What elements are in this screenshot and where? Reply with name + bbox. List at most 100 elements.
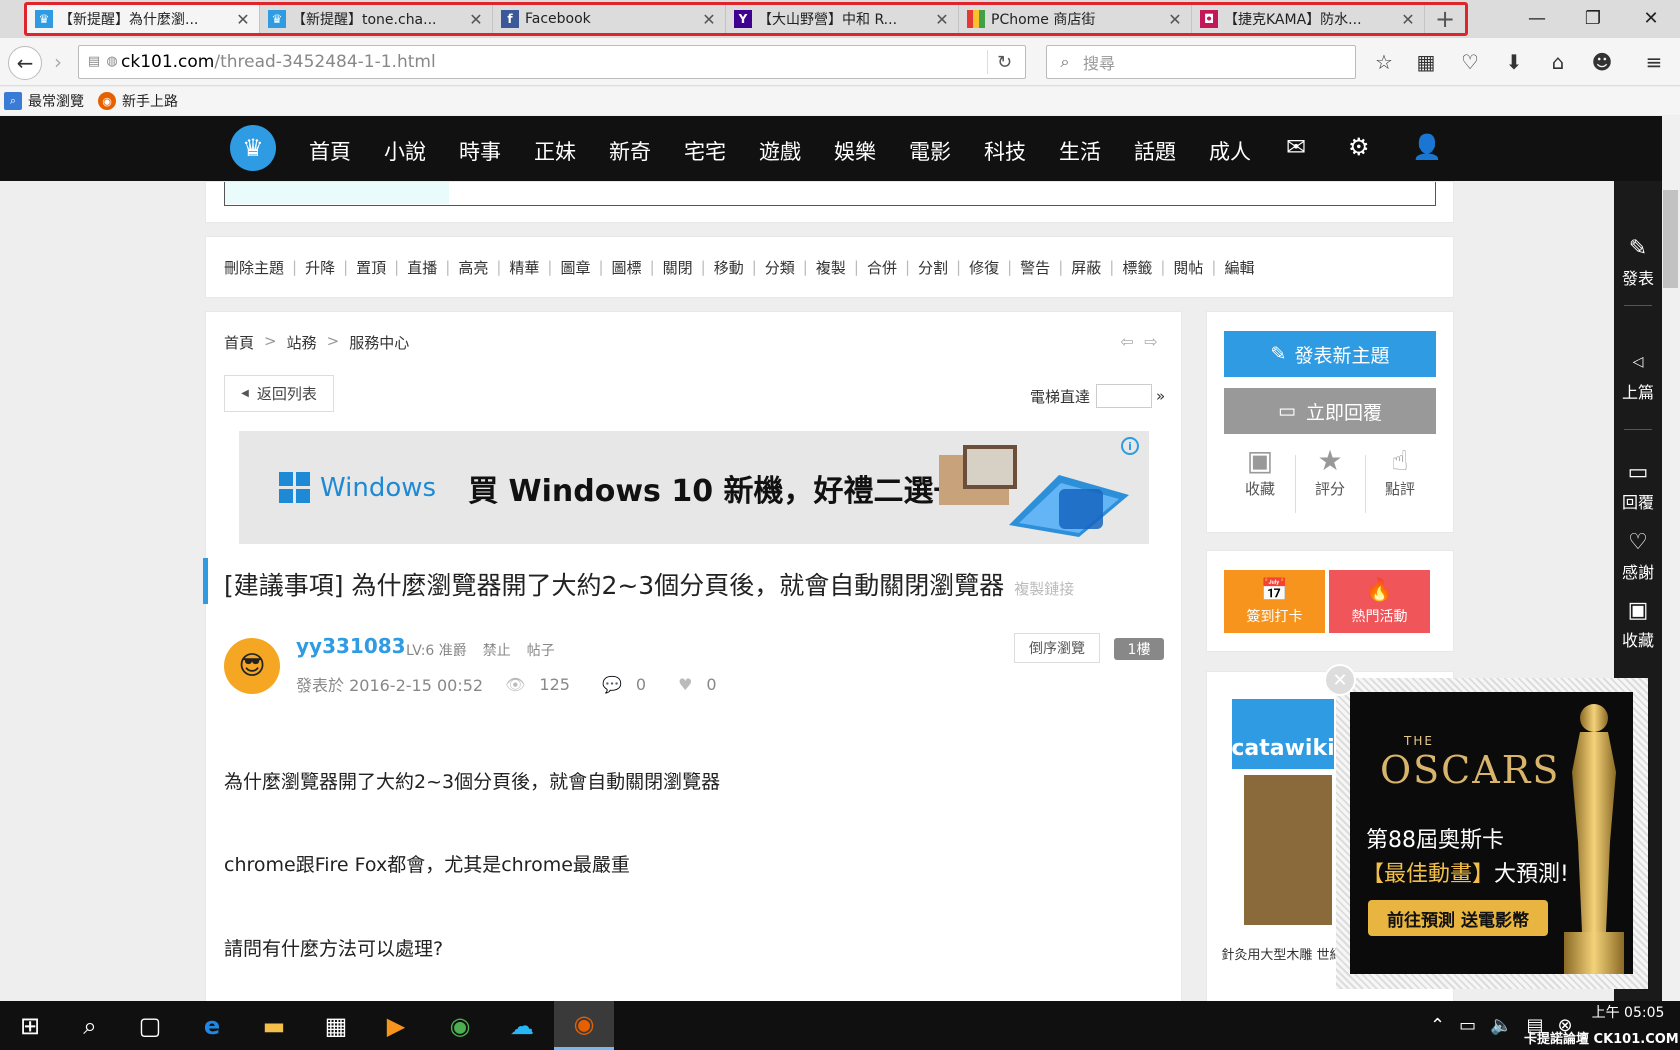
clock[interactable]: 上午 05:05	[1580, 1003, 1676, 1024]
new-topic-button[interactable]: ✎ 發表新主題	[1224, 331, 1436, 377]
gear-icon[interactable]: ⚙	[1348, 133, 1370, 161]
chrome-icon[interactable]: ◉	[430, 1001, 490, 1050]
admin-action[interactable]: 圖標	[612, 257, 642, 278]
tab-3[interactable]: f Facebook ✕	[493, 5, 726, 33]
tab-5[interactable]: PChome 商店街 ✕	[959, 5, 1192, 33]
restore-button[interactable]: ❐	[1566, 0, 1620, 36]
nav-item-games[interactable]: 遊戲	[759, 136, 801, 166]
admin-action[interactable]: 編輯	[1224, 257, 1254, 278]
reverse-order-button[interactable]: 倒序瀏覽	[1014, 633, 1100, 663]
close-popup-button[interactable]: ✕	[1324, 664, 1356, 696]
nav-item-movies[interactable]: 電影	[909, 136, 951, 166]
chevron-up-icon[interactable]: ⌃	[1430, 1015, 1445, 1036]
rate-button[interactable]: ★ 評分	[1297, 442, 1363, 499]
tab-2[interactable]: ♛ 【新提醒】tone.cha... ✕	[260, 5, 493, 33]
scrollbar-thumb[interactable]	[1663, 190, 1678, 288]
admin-action[interactable]: 刪除主題	[224, 257, 284, 278]
firefox-icon[interactable]: ◉	[554, 1001, 614, 1050]
mail-icon[interactable]: ✉	[1286, 133, 1306, 161]
nav-item-novelty[interactable]: 新奇	[609, 136, 651, 166]
volume-icon[interactable]: 🔈	[1490, 1015, 1512, 1036]
url-bar[interactable]: ▤ ◍ ck101.com/thread-3452484-1-1.html ↻	[78, 45, 1026, 79]
ad-banner[interactable]: Windows 買 Windows 10 新機，好禮二選一 i	[239, 431, 1149, 544]
back-arrow-icon[interactable]: ←	[8, 46, 42, 80]
reload-icon[interactable]: ↻	[987, 50, 1021, 74]
avatar[interactable]: 😎	[224, 638, 280, 694]
breadcrumb-site-affairs[interactable]: 站務	[287, 332, 317, 353]
tab-6[interactable]: ◘ 【捷克KAMA】防水... ✕	[1192, 5, 1425, 33]
admin-action[interactable]: 置頂	[356, 257, 386, 278]
nav-item-news[interactable]: 時事	[459, 136, 501, 166]
admin-action[interactable]: 高亮	[458, 257, 488, 278]
windows-start-icon[interactable]: ⊞	[0, 1001, 60, 1050]
ck101-logo[interactable]: ♛	[230, 125, 276, 171]
admin-action[interactable]: 屏蔽	[1071, 257, 1101, 278]
author-name[interactable]: yy331083	[296, 634, 406, 658]
close-icon[interactable]: ✕	[235, 10, 251, 29]
network-icon[interactable]: ▭	[1459, 1015, 1476, 1036]
oscars-popup-ad[interactable]: THE OSCARS 第88屆奧斯卡 【最佳動畫】大預測! 前往預測 送電影幣	[1336, 678, 1648, 989]
float-reply-button[interactable]: ▭ 回覆	[1614, 459, 1662, 513]
admin-action[interactable]: 關閉	[663, 257, 693, 278]
nav-item-beauty[interactable]: 正妹	[534, 136, 576, 166]
admin-action[interactable]: 標籤	[1122, 257, 1152, 278]
nav-item-tech[interactable]: 科技	[984, 136, 1026, 166]
close-icon[interactable]: ✕	[468, 10, 484, 29]
breadcrumb-home[interactable]: 首頁	[224, 332, 254, 353]
close-icon[interactable]: ✕	[1400, 10, 1416, 29]
chat-icon[interactable]: ☻	[1588, 48, 1616, 76]
admin-action[interactable]: 直播	[407, 257, 437, 278]
star-icon[interactable]: ☆	[1370, 48, 1398, 76]
copy-link[interactable]: 複製鏈接	[1014, 580, 1074, 598]
admin-action[interactable]: 升降	[305, 257, 335, 278]
admin-action[interactable]: 複製	[816, 257, 846, 278]
nav-item-topics[interactable]: 話題	[1134, 136, 1176, 166]
nav-item-adult[interactable]: 成人	[1209, 136, 1251, 166]
task-view-icon[interactable]: ▢	[120, 1001, 180, 1050]
float-thanks-button[interactable]: ♡ 感謝	[1614, 529, 1662, 583]
nav-item-life[interactable]: 生活	[1059, 136, 1101, 166]
oscars-predict-button[interactable]: 前往預測 送電影幣	[1368, 900, 1548, 936]
close-icon[interactable]: ✕	[1167, 10, 1183, 29]
favorite-button[interactable]: ▣ 收藏	[1227, 442, 1293, 499]
next-thread-icon[interactable]: ⇨	[1142, 332, 1160, 351]
cloud-app-icon[interactable]: ☁	[492, 1001, 552, 1050]
back-to-list-button[interactable]: ◀ 返回列表	[224, 375, 334, 412]
checkin-button[interactable]: 📅 簽到打卡	[1224, 570, 1325, 633]
new-tab-button[interactable]: +	[1425, 5, 1465, 33]
admin-action[interactable]: 修復	[969, 257, 999, 278]
elevator-input[interactable]	[1096, 384, 1153, 408]
admin-action[interactable]: 移動	[714, 257, 744, 278]
breadcrumb-service-center[interactable]: 服務中心	[349, 332, 409, 353]
hot-events-button[interactable]: 🔥 熱門活動	[1329, 570, 1430, 633]
menu-icon[interactable]: ≡	[1640, 48, 1668, 76]
file-explorer-icon[interactable]: ▬	[244, 1001, 304, 1050]
nav-item-entertainment[interactable]: 娛樂	[834, 136, 876, 166]
nav-item-home[interactable]: 首頁	[309, 136, 351, 166]
minimize-button[interactable]: —	[1510, 0, 1564, 36]
media-player-icon[interactable]: ▶	[366, 1001, 426, 1050]
admin-action[interactable]: 合併	[867, 257, 897, 278]
prev-thread-icon[interactable]: ⇦	[1118, 332, 1136, 351]
bookmark-most-visited[interactable]: ⌕ 最常瀏覽	[4, 91, 84, 111]
comment-rate-button[interactable]: ☝ 點評	[1367, 442, 1433, 499]
admin-action[interactable]: 警告	[1020, 257, 1050, 278]
tab-1[interactable]: ♛ 【新提醒】為什麼瀏... ✕	[27, 5, 260, 33]
float-post-button[interactable]: ✎ 發表	[1614, 235, 1662, 289]
admin-action[interactable]: 分類	[765, 257, 795, 278]
edge-icon[interactable]: e	[182, 1001, 242, 1050]
search-icon[interactable]: ⌕	[60, 1001, 120, 1050]
user-icon[interactable]: 👤	[1412, 133, 1442, 161]
tab-4[interactable]: Y 【大山野營】中和 R... ✕	[726, 5, 959, 33]
close-window-button[interactable]: ✕	[1624, 0, 1678, 36]
float-prev-button[interactable]: ◁ 上篇	[1614, 349, 1662, 403]
admin-action[interactable]: 精華	[509, 257, 539, 278]
store-icon[interactable]: ▦	[306, 1001, 366, 1050]
admin-action[interactable]: 分割	[918, 257, 948, 278]
reply-now-button[interactable]: ▭ 立即回覆	[1224, 388, 1436, 434]
home-icon[interactable]: ⌂	[1544, 48, 1572, 76]
bookmark-getting-started[interactable]: ◉ 新手上路	[98, 91, 178, 111]
admin-action[interactable]: 圖章	[560, 257, 590, 278]
ban-link[interactable]: 禁止	[483, 640, 511, 660]
download-icon[interactable]: ⬇	[1500, 48, 1528, 76]
